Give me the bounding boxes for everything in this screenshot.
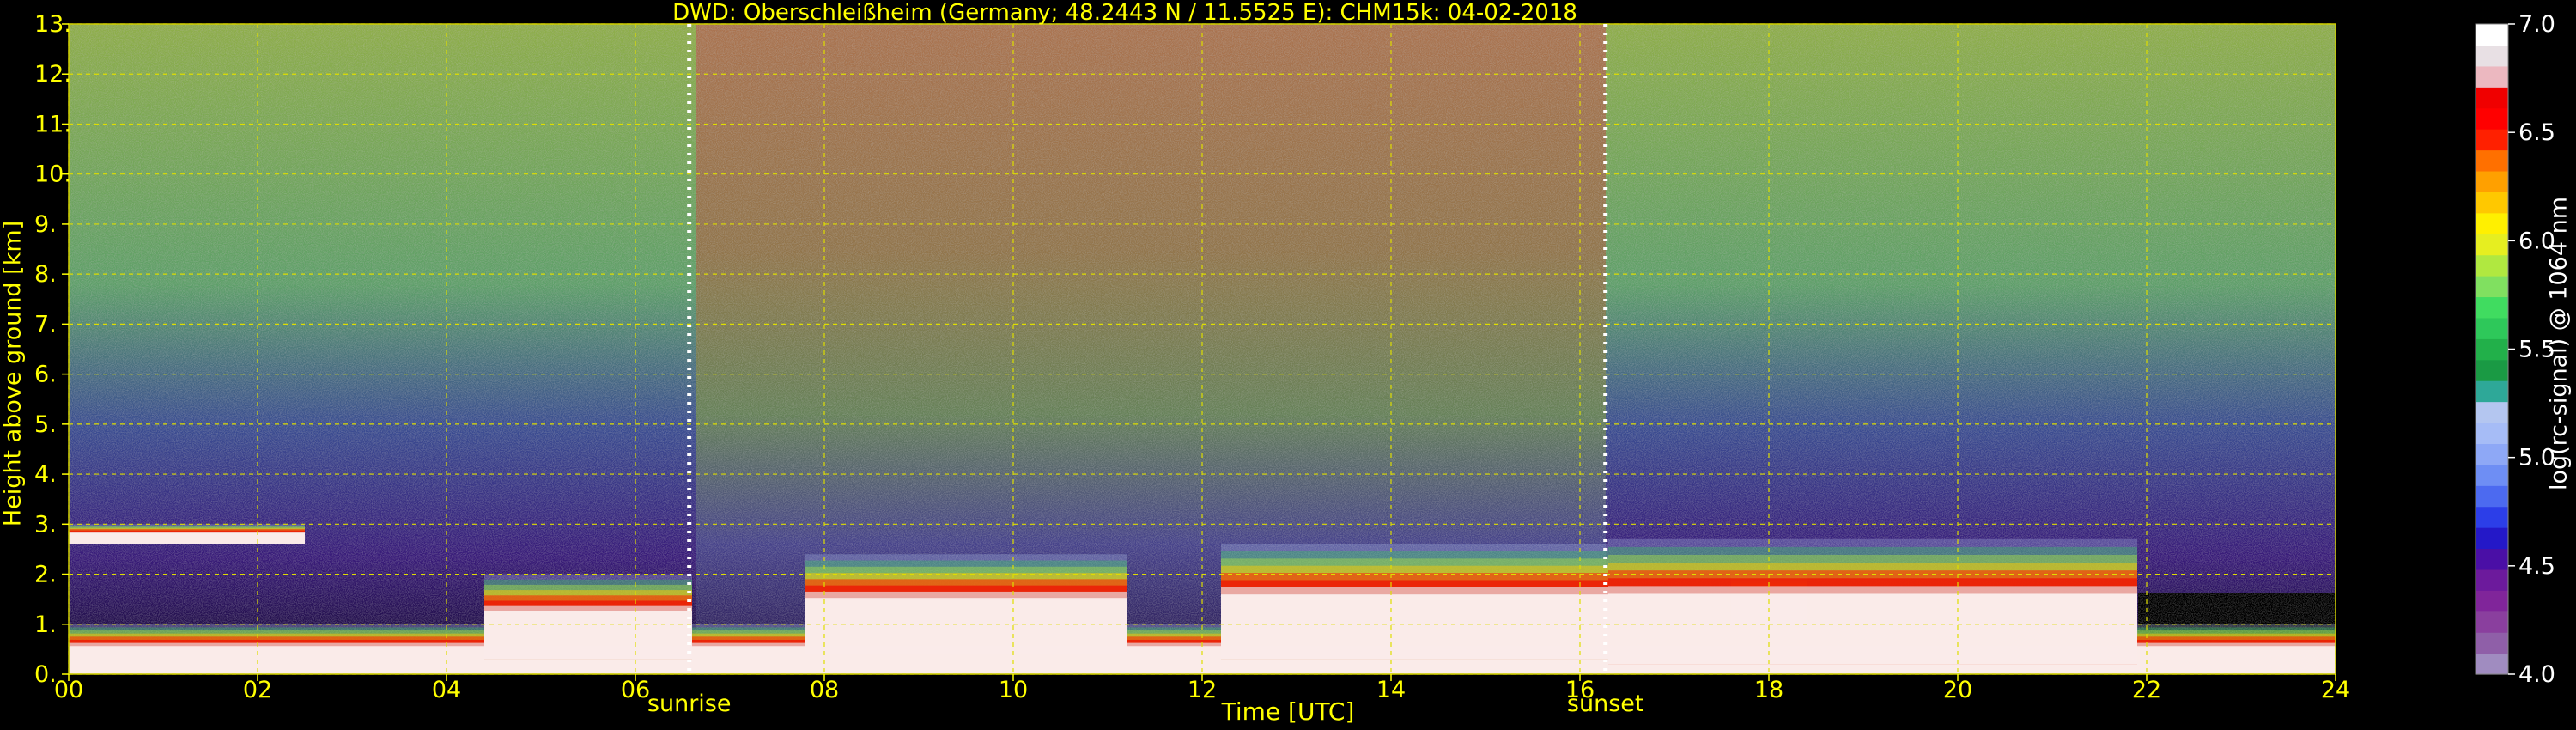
colorbar-segment	[2476, 24, 2508, 46]
x-tick-label: 04	[432, 677, 461, 703]
y-tick-label: 11.	[34, 111, 71, 137]
x-axis-label: Time [UTC]	[1221, 697, 1355, 726]
colorbar-segment	[2476, 276, 2508, 298]
y-tick-label: 5.	[34, 411, 57, 438]
colorbar-segment	[2476, 338, 2508, 361]
x-tick-label: 00	[54, 677, 83, 703]
y-tick-labels: 0.1.2.3.4.5.6.7.8.9.10.11.12.13.	[34, 11, 71, 688]
colorbar-segment	[2476, 317, 2508, 339]
layer-cloud-midday	[484, 574, 692, 660]
colorbar-segment	[2476, 254, 2508, 277]
colorbar-segment	[2476, 107, 2508, 130]
colorbar-segment	[2476, 485, 2508, 508]
sunset-label: sunset	[1566, 690, 1644, 717]
layer-cloud-midday	[805, 554, 1127, 654]
y-tick-label: 1.	[34, 611, 57, 638]
colorbar-segment	[2476, 170, 2508, 192]
x-tick-label: 22	[2132, 677, 2161, 703]
colorbar-label: log(rc-signal) @ 1064 nm	[2545, 196, 2573, 491]
sunrise-label: sunrise	[647, 690, 732, 717]
y-tick-label: 6.	[34, 362, 57, 388]
colorbar-segment	[2476, 380, 2508, 403]
colorbar-segment	[2476, 632, 2508, 654]
colorbar-segment	[2476, 87, 2508, 109]
colorbar	[2475, 23, 2509, 675]
ceilometer-chart: 00 02 04 06 08 10 12 14 16 18 20 22 24 0.1.2.3.4.5.6…	[34, 11, 2555, 703]
colorbar-tick-label: 4.0	[2518, 661, 2555, 688]
colorbar-tick-label: 4.5	[2518, 553, 2555, 580]
colorbar-segment	[2476, 653, 2508, 675]
y-tick-label: 12.	[34, 61, 71, 88]
colorbar-segment	[2476, 569, 2508, 591]
colorbar-segment	[2476, 212, 2508, 234]
colorbar-segment	[2476, 359, 2508, 381]
chart-title: DWD: Oberschleißheim (Germany; 48.2443 N…	[672, 0, 1577, 26]
y-tick-label: 3.	[34, 511, 57, 538]
colorbar-tick-label: 7.0	[2518, 11, 2555, 38]
colorbar-segment	[2476, 65, 2508, 88]
y-tick-label: 10.	[34, 161, 71, 188]
colorbar-segment	[2476, 45, 2508, 67]
layer-band	[484, 611, 692, 660]
layer-band	[805, 598, 1127, 654]
colorbar-segment	[2476, 234, 2508, 256]
y-tick-label: 0.	[34, 661, 57, 688]
y-tick-label: 9.	[34, 211, 57, 238]
x-tick-label: 02	[243, 677, 272, 703]
y-tick-label: 8.	[34, 261, 57, 288]
colorbar-segment	[2476, 443, 2508, 465]
colorbar-segment	[2476, 422, 2508, 444]
x-tick-label: 10	[999, 677, 1028, 703]
colorbar-segment	[2476, 590, 2508, 612]
layer-cloud-afternoon	[1221, 544, 1608, 660]
colorbar-segment	[2476, 401, 2508, 423]
y-tick-label: 2.	[34, 562, 57, 588]
layer-band	[1608, 593, 2137, 665]
layer-residual-layer	[1608, 538, 2137, 665]
x-tick-label: 08	[810, 677, 839, 703]
colorbar-segment	[2476, 296, 2508, 319]
colorbar-segment	[2476, 506, 2508, 528]
y-tick-label: 7.	[34, 311, 57, 338]
y-tick-label: 4.	[34, 461, 57, 488]
colorbar-segment	[2476, 464, 2508, 486]
layer-band	[69, 532, 305, 544]
x-tick-label: 18	[1754, 677, 1783, 703]
colorbar-segment	[2476, 527, 2508, 550]
layer-band	[1221, 594, 1608, 660]
layer-cloud-low-morning	[69, 524, 305, 544]
y-axis-label: Height above ground [km]	[0, 220, 27, 527]
colorbar-segment	[2476, 129, 2508, 151]
colorbar-segment	[2476, 548, 2508, 570]
colorbar-segment	[2476, 611, 2508, 633]
colorbar-tick-label: 6.5	[2518, 119, 2555, 146]
colorbar-segment	[2476, 192, 2508, 214]
colorbar-segment	[2476, 149, 2508, 172]
x-tick-label: 06	[621, 677, 650, 703]
x-tick-label: 24	[2321, 677, 2350, 703]
x-tick-label: 20	[1943, 677, 1972, 703]
